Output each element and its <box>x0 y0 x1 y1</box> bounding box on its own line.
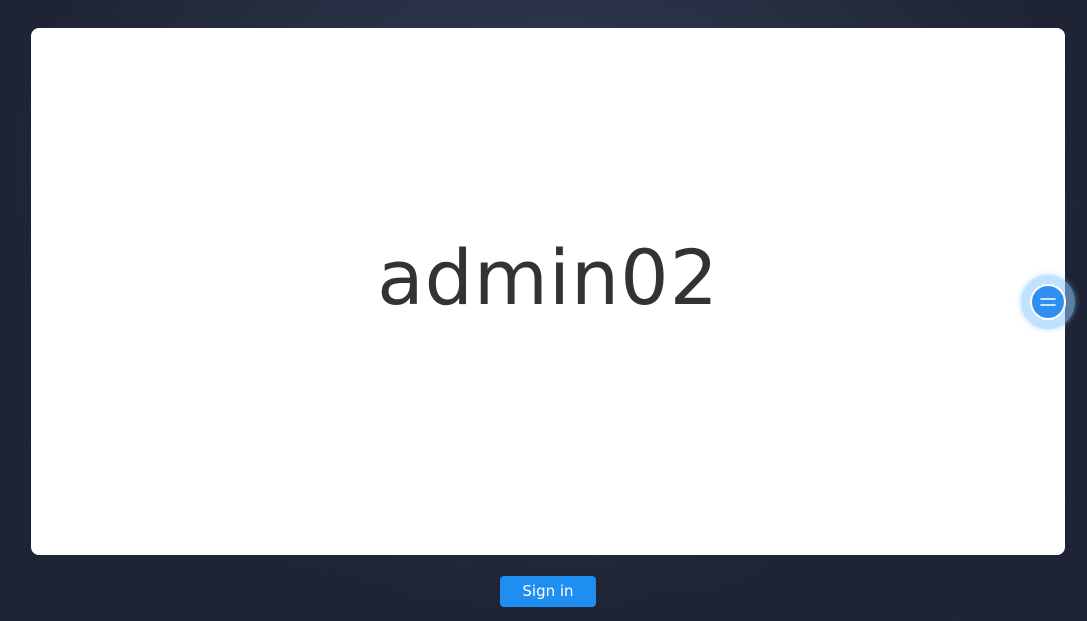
user-card: admin02 <box>31 28 1065 555</box>
floating-assist-button[interactable] <box>1021 275 1075 329</box>
menu-lines-icon <box>1030 284 1066 320</box>
username-label: admin02 <box>377 233 719 322</box>
sign-in-button[interactable]: Sign in <box>500 576 596 607</box>
lock-screen: admin02 Sign in <box>0 0 1087 621</box>
